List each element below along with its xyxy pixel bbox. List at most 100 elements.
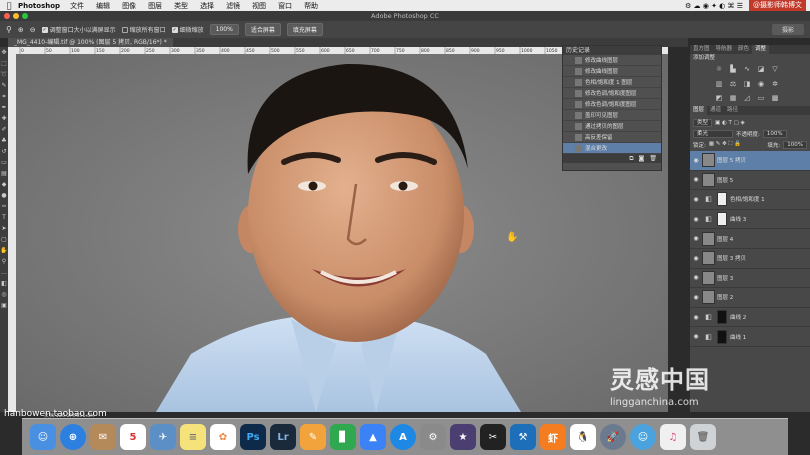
history-brush-source-icon[interactable]	[563, 143, 575, 154]
layer-row[interactable]: ◉ 图层 5	[690, 171, 810, 191]
layer-name[interactable]: 图层 4	[717, 235, 733, 243]
crop-tool-icon[interactable]: ⌗	[0, 91, 8, 102]
visibility-eye-icon[interactable]: ◉	[690, 314, 702, 321]
filter-icons[interactable]: ▣ ◐ T ▢ ◈	[715, 120, 745, 126]
fill-screen-button[interactable]: 填充屏幕	[286, 23, 323, 36]
invert-icon[interactable]: ◩	[714, 93, 724, 103]
eyedropper-icon[interactable]: ✒	[0, 102, 8, 113]
menu-select[interactable]: 选择	[200, 1, 214, 11]
visibility-eye-icon[interactable]: ◉	[690, 196, 702, 203]
healing-brush-icon[interactable]: ✚	[0, 113, 8, 124]
tab-color[interactable]: 颜色	[735, 45, 752, 54]
scrubby-zoom-checkbox[interactable]: ✓ 细微缩放	[171, 25, 204, 34]
zoom-all-windows-checkbox[interactable]: 缩放所有窗口	[121, 25, 166, 34]
history-brush-source-icon[interactable]	[563, 66, 575, 77]
system-preferences-icon[interactable]: ⚙	[420, 424, 446, 450]
blend-mode-select[interactable]: 柔光	[693, 129, 733, 138]
tab-adjustments[interactable]: 调整	[752, 45, 770, 54]
contacts-icon[interactable]: ✉	[90, 424, 116, 450]
layer-row[interactable]: ◉ ◧ 曲线 2	[690, 308, 810, 328]
layer-mask-thumbnail[interactable]	[717, 212, 727, 227]
zoom-tool-side-icon[interactable]: ⚲	[0, 256, 8, 267]
curves-icon[interactable]: ∿	[742, 64, 752, 74]
pen-tool-icon[interactable]: ✑	[0, 201, 8, 212]
zoom-out-icon[interactable]: ⊖	[30, 26, 36, 34]
visibility-eye-icon[interactable]: ◉	[690, 255, 702, 262]
brightness-icon[interactable]: ☼	[714, 64, 724, 74]
apple-icon[interactable]: 	[0, 1, 18, 10]
preview-icon[interactable]: ✈	[150, 424, 176, 450]
appstore-icon[interactable]: A	[390, 424, 416, 450]
layer-name[interactable]: 色相/饱和度 1	[730, 195, 765, 203]
history-brush-source-icon[interactable]	[563, 77, 575, 88]
opacity-field[interactable]: 100%	[762, 129, 787, 138]
minimize-icon[interactable]	[13, 13, 19, 19]
menu-file[interactable]: 文件	[70, 1, 84, 11]
lasso-tool-icon[interactable]: ➰	[0, 69, 8, 80]
blur-tool-icon[interactable]: ◆	[0, 179, 8, 190]
lock-icons[interactable]: ▦ ✎ ✥ ⛶ 🔒	[709, 141, 741, 148]
history-item[interactable]: 色相/饱和度 1 图层	[563, 77, 661, 88]
launchpad-icon[interactable]: 🚀	[600, 424, 626, 450]
visibility-eye-icon[interactable]: ◉	[690, 333, 702, 340]
quick-mask-icon[interactable]: ◎	[0, 289, 8, 300]
black-white-icon[interactable]: ◨	[742, 79, 752, 89]
layer-name[interactable]: 图层 5	[717, 176, 733, 184]
unknown-icon[interactable]: ☺	[630, 424, 656, 450]
resize-windows-checkbox[interactable]: ✓ 调整窗口大小以满屏显示	[41, 25, 116, 34]
marquee-tool-icon[interactable]: ⬚	[0, 58, 8, 69]
posterize-icon[interactable]: ▦	[728, 93, 738, 103]
layer-name[interactable]: 图层 2	[717, 293, 733, 301]
hand-tool-icon[interactable]: ✋	[0, 245, 8, 256]
color-swatches-icon[interactable]: ◧	[0, 278, 8, 289]
photos-icon[interactable]: ✿	[210, 424, 236, 450]
layer-row[interactable]: ◉ 图层 5 拷贝	[690, 151, 810, 171]
history-brush-source-icon[interactable]	[563, 99, 575, 110]
menu-help[interactable]: 帮助	[304, 1, 318, 11]
history-item[interactable]: 修改曲线图层	[563, 66, 661, 77]
tab-channels[interactable]: 通道	[707, 106, 724, 115]
history-brush-source-icon[interactable]	[563, 110, 575, 121]
tab-histogram[interactable]: 直方图	[690, 45, 713, 54]
layer-mask-thumbnail[interactable]	[717, 310, 727, 325]
status-icons[interactable]: ⚙ ☁ ◉ ✦ ◐ ⌘ ☰	[685, 2, 743, 10]
layer-row[interactable]: ◉ ◧ 曲线 3	[690, 210, 810, 230]
layer-mask-thumbnail[interactable]	[717, 329, 727, 344]
history-item[interactable]: 盖印可见图层	[563, 110, 661, 121]
dodge-tool-icon[interactable]: ●	[0, 190, 8, 201]
itunes-icon[interactable]: ♫	[660, 424, 686, 450]
numbers-icon[interactable]: ▊	[330, 424, 356, 450]
visibility-eye-icon[interactable]: ◉	[690, 274, 702, 281]
camera-icon[interactable]: ◙	[639, 155, 645, 162]
trash-icon[interactable]: 🗑	[649, 155, 657, 162]
menu-image[interactable]: 图像	[122, 1, 136, 11]
menu-filter[interactable]: 滤镜	[226, 1, 240, 11]
visibility-eye-icon[interactable]: ◉	[690, 235, 702, 242]
layer-name[interactable]: 图层 3	[717, 274, 733, 282]
layer-name[interactable]: 曲线 1	[730, 333, 746, 341]
history-item[interactable]: 通过拷贝的图层	[563, 121, 661, 132]
path-select-icon[interactable]: ➤	[0, 223, 8, 234]
fill-field[interactable]: 100%	[783, 140, 807, 149]
layer-row[interactable]: ◉ 图层 3	[690, 269, 810, 289]
tab-paths[interactable]: 路径	[724, 106, 741, 115]
close-icon[interactable]	[4, 13, 10, 19]
screen-mode-icon[interactable]: ▣	[0, 300, 8, 311]
keynote-icon[interactable]: ▲	[360, 424, 386, 450]
tab-layers[interactable]: 图层	[690, 106, 708, 115]
trash-icon[interactable]: 🗑	[690, 424, 716, 450]
vibrance-icon[interactable]: ▽	[770, 64, 780, 74]
gradient-map-icon[interactable]: ▭	[756, 93, 766, 103]
shape-tool-icon[interactable]: ▢	[0, 234, 8, 245]
layer-name[interactable]: 曲线 2	[730, 313, 746, 321]
history-item[interactable]: 高反差保留	[563, 132, 661, 143]
visibility-eye-icon[interactable]: ◉	[690, 176, 702, 183]
history-snapshot-icon[interactable]: ⧉	[629, 155, 633, 163]
history-item[interactable]: 修改色调/饱和度图层	[563, 99, 661, 110]
photoshop-icon[interactable]: Ps	[240, 424, 266, 450]
layer-row[interactable]: ◉ 图层 2	[690, 288, 810, 308]
menu-type[interactable]: 类型	[174, 1, 188, 11]
layer-row[interactable]: ◉ 图层 4	[690, 229, 810, 249]
menu-view[interactable]: 视图	[252, 1, 266, 11]
history-item[interactable]: 混合更改	[563, 143, 661, 154]
